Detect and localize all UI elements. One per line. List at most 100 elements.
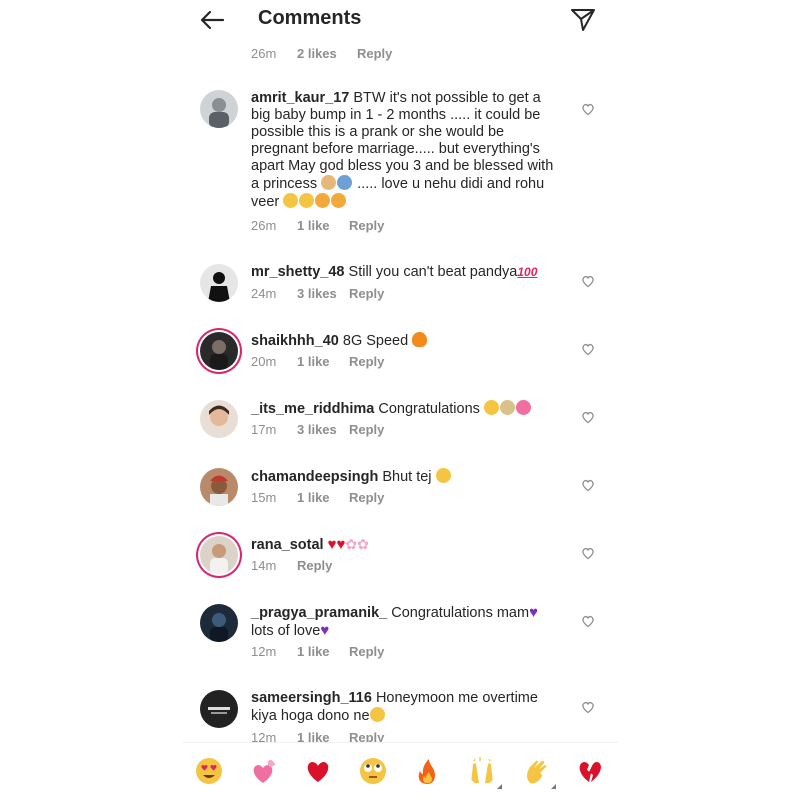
rolling-eyes-emoji-icon[interactable] [359, 757, 387, 785]
comment-text: shaikhhh_40 8G Speed [251, 332, 561, 350]
likes-count[interactable]: 2 likes [297, 46, 357, 61]
comment-body: Still you can't beat pandya [348, 264, 518, 280]
two-hearts-icon [515, 400, 531, 415]
like-heart-icon[interactable] [581, 342, 595, 356]
comment-username[interactable]: _pragya_pramanik_ [251, 605, 387, 621]
back-arrow-icon[interactable] [199, 8, 225, 32]
reply-button[interactable]: Reply [349, 218, 384, 233]
comment-body-cont: lots of love [251, 623, 321, 639]
skin-tone-indicator-icon [551, 784, 556, 789]
fire-icon [412, 332, 428, 347]
avatar[interactable] [200, 468, 238, 506]
clap-emoji-icon [483, 400, 499, 415]
likes-count[interactable]: 1 like [297, 218, 349, 233]
comment-time: 14m [251, 558, 277, 573]
party-popper-icon [499, 400, 515, 415]
heart-eyes-emoji-icon[interactable] [195, 757, 223, 785]
raised-hands-emoji-icon[interactable] [468, 757, 502, 789]
reply-button[interactable]: Reply [349, 422, 384, 437]
comment-username[interactable]: rana_sotal [251, 537, 324, 553]
comment-time: 12m [251, 644, 277, 659]
comment-username[interactable]: shaikhhh_40 [251, 333, 339, 349]
fire-emoji-icon[interactable] [413, 757, 441, 785]
man-emoji-icon [337, 175, 353, 190]
comment-meta: 26m 1 like Reply [251, 218, 384, 233]
comment-time: 24m [251, 286, 277, 301]
comment-meta: 14m Reply [251, 558, 332, 573]
likes-count[interactable]: 1 like [297, 490, 349, 505]
like-heart-icon[interactable] [581, 274, 595, 288]
likes-count[interactable]: 1 like [297, 644, 349, 659]
comment-username[interactable]: amrit_kaur_17 [251, 90, 349, 106]
hugging-emoji-icon [283, 193, 299, 208]
comment-time: 26m [251, 218, 277, 233]
broken-heart-emoji-icon[interactable] [576, 757, 604, 785]
avatar[interactable] [200, 690, 238, 728]
comment-body: 8G Speed [342, 333, 409, 349]
avatar[interactable] [200, 400, 238, 438]
comment-time: 15m [251, 490, 277, 505]
likes-count[interactable]: 3 likes [297, 286, 349, 301]
reply-button[interactable]: Reply [349, 286, 384, 301]
comment-username[interactable]: mr_shetty_48 [251, 264, 345, 280]
purple-heart-icon: ♥ [529, 604, 538, 621]
red-heart-icon: ♥♥ [327, 536, 346, 553]
comment-meta: 20m 1 like Reply [251, 354, 384, 369]
comment-body: Bhut tej [382, 469, 432, 485]
kiss-emoji-icon [331, 193, 347, 208]
grimacing-emoji-icon [435, 468, 451, 483]
send-icon[interactable] [570, 7, 596, 33]
comment-body: Congratulations mam [391, 605, 530, 621]
reply-button[interactable]: Reply [357, 46, 392, 61]
avatar[interactable] [200, 264, 238, 302]
cherry-blossom-icon: ✿✿ [345, 536, 369, 552]
page-title: Comments [258, 7, 362, 29]
comment-meta: 15m 1 like Reply [251, 490, 384, 505]
like-heart-icon[interactable] [581, 700, 595, 714]
likes-count[interactable]: 1 like [297, 354, 349, 369]
like-heart-icon[interactable] [581, 546, 595, 560]
kiss-emoji-icon [315, 193, 331, 208]
like-heart-icon[interactable] [581, 410, 595, 424]
comment-meta: 12m 1 like Reply [251, 644, 384, 659]
comment-username[interactable]: chamandeepsingh [251, 469, 378, 485]
comment-text: _pragya_pramanik_ Congratulations mam♥ l… [251, 604, 561, 640]
comment-text: chamandeepsingh Bhut tej [251, 468, 561, 486]
comment-time: 26m [251, 46, 277, 61]
reply-button[interactable]: Reply [297, 558, 332, 573]
avatar[interactable] [200, 332, 238, 370]
comment-username[interactable]: _its_me_riddhima [251, 401, 374, 417]
comment-body: Congratulations [378, 401, 480, 417]
avatar[interactable] [200, 536, 238, 574]
emoji-reaction-bar [183, 742, 618, 800]
clapping-hands-emoji-icon[interactable] [522, 757, 556, 789]
comment-time: 17m [251, 422, 277, 437]
comment-time: 20m [251, 354, 277, 369]
avatar[interactable] [200, 604, 238, 642]
two-hearts-emoji-icon[interactable] [249, 757, 277, 785]
red-heart-emoji-icon[interactable] [304, 757, 332, 785]
rofl-emoji-icon [369, 707, 385, 722]
comment-username[interactable]: sameersingh_116 [251, 690, 372, 706]
likes-count[interactable]: 3 likes [297, 422, 349, 437]
hundred-points-icon: 100 [517, 265, 538, 279]
reply-button[interactable]: Reply [349, 354, 384, 369]
skin-tone-indicator-icon [497, 784, 502, 789]
comment-text: rana_sotal ♥♥✿✿ [251, 536, 561, 554]
like-heart-icon[interactable] [581, 478, 595, 492]
header: Comments [183, 0, 618, 40]
comment-text: mr_shetty_48 Still you can't beat pandya… [251, 264, 561, 281]
comment-meta: 24m 3 likes Reply [251, 286, 384, 301]
comment-text: _its_me_riddhima Congratulations [251, 400, 561, 418]
purple-heart-icon: ♥ [320, 622, 330, 639]
reply-button[interactable]: Reply [349, 644, 384, 659]
avatar[interactable] [200, 90, 238, 128]
reply-button[interactable]: Reply [349, 490, 384, 505]
like-heart-icon[interactable] [581, 614, 595, 628]
hugging-emoji-icon [299, 193, 315, 208]
comment-meta: 26m 2 likes Reply [251, 46, 392, 61]
like-heart-icon[interactable] [581, 102, 595, 116]
comment-text: sameersingh_116 Honeymoon me overtime ki… [251, 690, 561, 725]
woman-emoji-icon [321, 175, 337, 190]
comment-meta: 17m 3 likes Reply [251, 422, 384, 437]
